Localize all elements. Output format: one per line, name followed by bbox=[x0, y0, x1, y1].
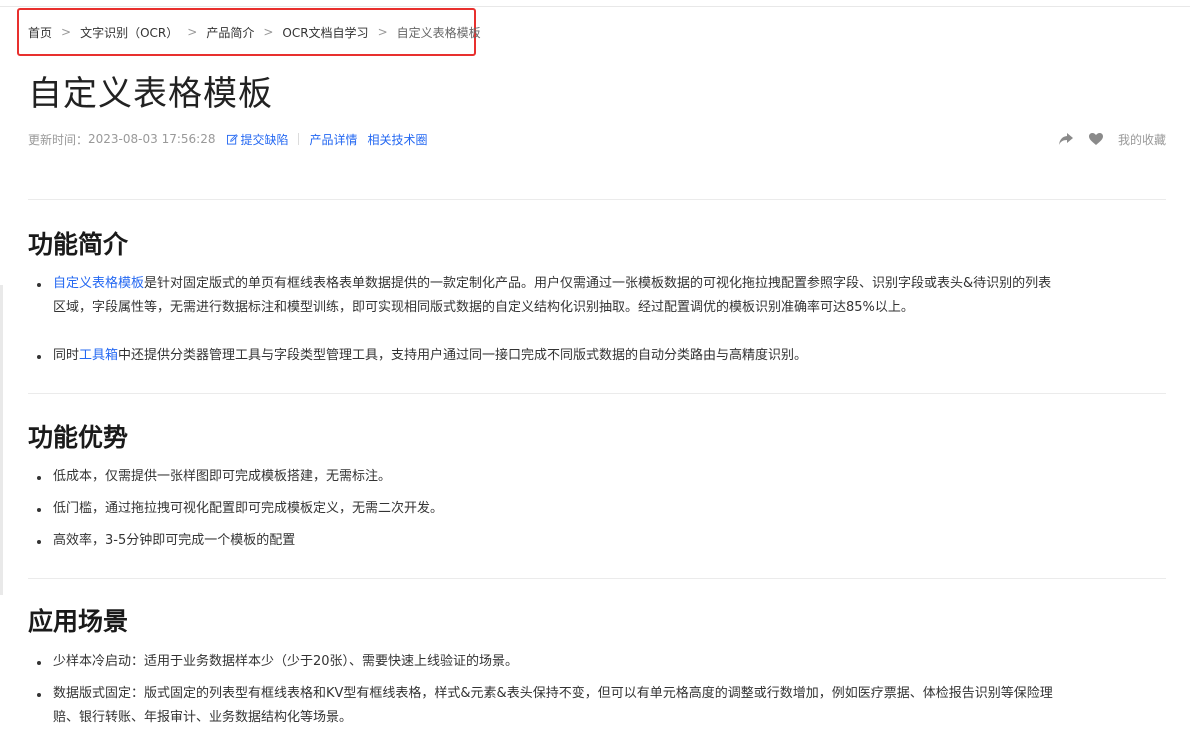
list-item-text: 是针对固定版式的单页有框线表格表单数据提供的一款定制化产品。用户仅需通过一张模板… bbox=[144, 276, 1052, 291]
breadcrumb-current: 自定义表格模板 bbox=[396, 25, 481, 40]
page-title: 自定义表格模板 bbox=[28, 74, 273, 114]
list-item-text: 数据版式固定：版式固定的列表型有框线表格和KV型有框线表格，样式&元素&表头保持… bbox=[53, 686, 1053, 701]
section-divider bbox=[28, 578, 1166, 579]
tech-circle-link[interactable]: 相关技术圈 bbox=[368, 131, 428, 148]
section-heading-scenarios: 应用场景 bbox=[28, 607, 129, 636]
chevron-right-icon: > bbox=[187, 25, 198, 39]
list-item: 自定义表格模板是针对固定版式的单页有框线表格表单数据提供的一款定制化产品。用户仅… bbox=[36, 272, 1156, 320]
submit-bug-link[interactable]: 提交缺陷 bbox=[240, 131, 288, 148]
breadcrumb-home[interactable]: 首页 bbox=[28, 24, 52, 41]
section-heading-advantages: 功能优势 bbox=[28, 423, 129, 452]
list-item-text: 区域，字段属性等，无需进行数据标注和模型训练，即可实现相同版式数据的自定义结构化… bbox=[53, 300, 914, 315]
scenarios-list: 少样本冷启动：适用于业务数据样本少（少于20张）、需要快速上线验证的场景。 数据… bbox=[36, 650, 1156, 730]
list-item: 高效率，3-5分钟即可完成一个模板的配置 bbox=[36, 529, 1156, 553]
list-item: 数据版式固定：版式固定的列表型有框线表格和KV型有框线表格，样式&元素&表头保持… bbox=[36, 682, 1156, 730]
list-item-text: 中还提供分类器管理工具与字段类型管理工具，支持用户通过同一接口完成不同版式数据的… bbox=[118, 348, 808, 363]
custom-table-template-link[interactable]: 自定义表格模板 bbox=[53, 276, 144, 291]
updated-label: 更新时间： bbox=[28, 132, 89, 147]
intro-list: 自定义表格模板是针对固定版式的单页有框线表格表单数据提供的一款定制化产品。用户仅… bbox=[36, 272, 1156, 368]
edit-icon bbox=[227, 133, 239, 145]
section-divider bbox=[28, 199, 1166, 200]
breadcrumb-product-intro[interactable]: 产品简介 bbox=[206, 24, 254, 41]
breadcrumb-ocr[interactable]: 文字识别（OCR） bbox=[80, 24, 178, 41]
toolbox-link[interactable]: 工具箱 bbox=[79, 348, 118, 363]
chevron-right-icon: > bbox=[377, 25, 388, 39]
page-actions: 我的收藏 bbox=[1058, 130, 1166, 148]
heart-icon[interactable] bbox=[1088, 132, 1104, 146]
product-detail-link[interactable]: 产品详情 bbox=[309, 131, 357, 148]
section-heading-intro: 功能简介 bbox=[28, 230, 129, 259]
left-scroll-track bbox=[0, 285, 3, 595]
top-divider bbox=[0, 0, 1190, 7]
chevron-right-icon: > bbox=[61, 25, 72, 39]
advantages-list: 低成本，仅需提供一张样图即可完成模板搭建，无需标注。 低门槛，通过拖拉拽可视化配… bbox=[36, 465, 1156, 553]
section-divider bbox=[28, 393, 1166, 394]
meta-divider bbox=[298, 133, 300, 145]
breadcrumb-doc-self-learning[interactable]: OCR文档自学习 bbox=[282, 24, 368, 41]
my-favorites-link[interactable]: 我的收藏 bbox=[1118, 131, 1166, 148]
share-icon[interactable] bbox=[1058, 132, 1074, 146]
list-item: 同时工具箱中还提供分类器管理工具与字段类型管理工具，支持用户通过同一接口完成不同… bbox=[36, 344, 1156, 368]
list-item: 少样本冷启动：适用于业务数据样本少（少于20张）、需要快速上线验证的场景。 bbox=[36, 650, 1156, 674]
chevron-right-icon: > bbox=[263, 25, 274, 39]
list-item: 低门槛，通过拖拉拽可视化配置即可完成模板定义，无需二次开发。 bbox=[36, 497, 1156, 521]
page-meta: 更新时间： 2023-08-03 17:56:28 提交缺陷 产品详情 相关技术… bbox=[28, 130, 428, 148]
list-item: 低成本，仅需提供一张样图即可完成模板搭建，无需标注。 bbox=[36, 465, 1156, 489]
list-item-text: 赔、银行转账、年报审计、业务数据结构化等场景。 bbox=[53, 710, 353, 725]
list-item-text: 同时 bbox=[53, 348, 80, 363]
breadcrumb: 首页 > 文字识别（OCR） > 产品简介 > OCR文档自学习 > 自定义表格… bbox=[17, 8, 481, 56]
updated-value: 2023-08-03 17:56:28 bbox=[88, 132, 216, 146]
